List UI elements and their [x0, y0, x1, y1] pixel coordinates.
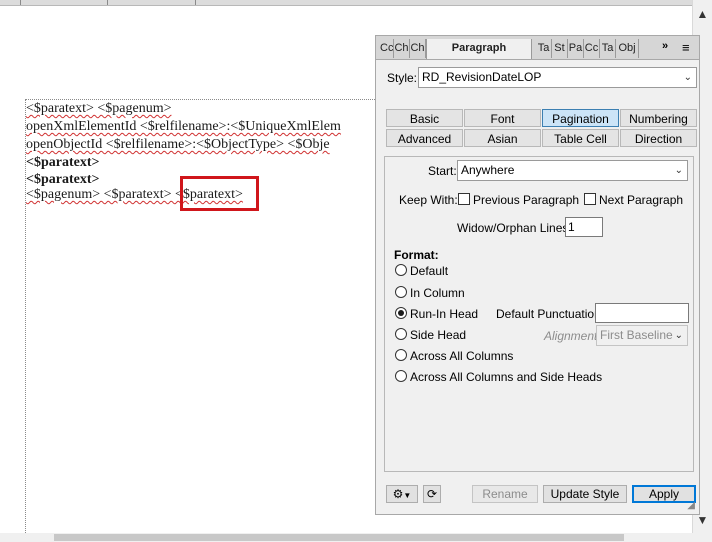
chevron-down-icon: ⌄	[683, 72, 692, 83]
rename-button[interactable]: Rename	[472, 485, 538, 503]
widow-orphan-input[interactable]: 1	[565, 217, 603, 237]
panel-menu-icon[interactable]: ≡	[682, 40, 690, 55]
tab-advanced[interactable]: Advanced	[386, 129, 463, 147]
tab-ch[interactable]: Ch	[394, 39, 410, 58]
gear-icon: ⚙	[392, 487, 404, 501]
resize-grip-icon[interactable]: ◢	[687, 500, 695, 511]
alignment-select-value: First Baseline	[600, 328, 673, 342]
document-tab-strip	[0, 0, 692, 6]
refresh-button[interactable]: ⟳	[423, 485, 441, 503]
next-paragraph-checkbox[interactable]	[584, 193, 596, 205]
highlight-box	[180, 176, 259, 211]
tab-paragraph-designer[interactable]: Paragraph Designer	[426, 39, 532, 59]
tab-ta[interactable]: Ta	[536, 39, 552, 58]
format-across-columns-side-heads-label: Across All Columns and Side Heads	[410, 370, 603, 384]
previous-paragraph-checkbox[interactable]	[458, 193, 470, 205]
widow-orphan-label: Widow/Orphan Lines:	[457, 221, 572, 235]
style-select[interactable]: RD_RevisionDateLOP ⌄	[418, 67, 697, 88]
doc-line[interactable]: openXmlElementId <$relfilename>:<$Unique…	[26, 118, 341, 135]
keep-with-label: Keep With:	[399, 193, 458, 207]
format-across-all-columns-label: Across All Columns	[410, 349, 514, 363]
tab-numbering[interactable]: Numbering	[620, 109, 697, 127]
format-default-label: Default	[410, 264, 449, 278]
style-label: Style:	[387, 71, 418, 85]
tab-cc-2[interactable]: Cc	[584, 39, 600, 58]
default-punctuation-label: Default Punctuation:	[496, 307, 605, 321]
default-punctuation-input[interactable]	[595, 303, 689, 323]
format-side-head-radio[interactable]	[395, 328, 407, 340]
doc-line[interactable]: openObjectId <$relfilename>:<$ObjectType…	[26, 136, 330, 153]
scroll-up-icon[interactable]: ▲	[693, 4, 712, 24]
tab-asian[interactable]: Asian	[464, 129, 541, 147]
refresh-icon: ⟳	[426, 487, 438, 501]
tab-table-cell[interactable]: Table Cell	[542, 129, 619, 147]
overflow-icon[interactable]: »	[662, 40, 668, 52]
format-across-columns-side-heads-radio[interactable]	[395, 370, 407, 382]
tab-ch-2[interactable]: Ch	[410, 39, 426, 58]
alignment-select[interactable]: First Baseline ⌄	[596, 325, 688, 346]
doc-line[interactable]: <$paratext>	[26, 154, 100, 171]
format-side-head-label: Side Head	[410, 328, 467, 342]
tab-basic[interactable]: Basic	[386, 109, 463, 127]
tab-ta-2[interactable]: Ta	[600, 39, 616, 58]
start-label: Start:	[428, 164, 457, 178]
caret-down-icon: ▼	[403, 491, 412, 500]
tab-pa[interactable]: Pa	[568, 39, 584, 58]
format-in-column-label: In Column	[410, 286, 465, 300]
doc-line[interactable]: <$paratext> <$pagenum>	[26, 100, 171, 117]
tab-obj[interactable]: Obj	[616, 39, 639, 58]
previous-paragraph-label: Previous Paragraph	[473, 193, 580, 207]
format-across-all-columns-radio[interactable]	[395, 349, 407, 361]
style-select-value: RD_RevisionDateLOP	[422, 70, 542, 84]
paragraph-designer-panel: Cc Ch Ch Paragraph Designer Ta St Pa Cc …	[375, 35, 700, 515]
format-default-radio[interactable]	[395, 264, 407, 276]
horizontal-scrollbar[interactable]	[0, 533, 712, 542]
tab-direction[interactable]: Direction	[620, 129, 697, 147]
tab-cc[interactable]: Cc	[380, 39, 394, 58]
settings-dropdown-button[interactable]: ⚙▼	[386, 485, 418, 503]
start-select-value: Anywhere	[461, 163, 515, 177]
format-run-in-head-radio[interactable]	[395, 307, 407, 319]
tab-pagination[interactable]: Pagination	[542, 109, 619, 127]
panel-tab-bar: Cc Ch Ch Paragraph Designer Ta St Pa Cc …	[376, 36, 699, 60]
tab-st[interactable]: St	[552, 39, 568, 58]
tab-font[interactable]: Font	[464, 109, 541, 127]
alignment-label: Alignment:	[544, 329, 601, 343]
format-run-in-head-label: Run-In Head	[410, 307, 479, 321]
update-style-button[interactable]: Update Style	[543, 485, 627, 503]
next-paragraph-label: Next Paragraph	[599, 193, 684, 207]
format-in-column-radio[interactable]	[395, 286, 407, 298]
scrollbar-thumb[interactable]	[54, 534, 624, 541]
start-select[interactable]: Anywhere ⌄	[457, 160, 688, 181]
chevron-down-icon: ⌄	[674, 330, 683, 341]
chevron-down-icon: ⌄	[674, 165, 683, 176]
format-label: Format:	[394, 248, 439, 262]
